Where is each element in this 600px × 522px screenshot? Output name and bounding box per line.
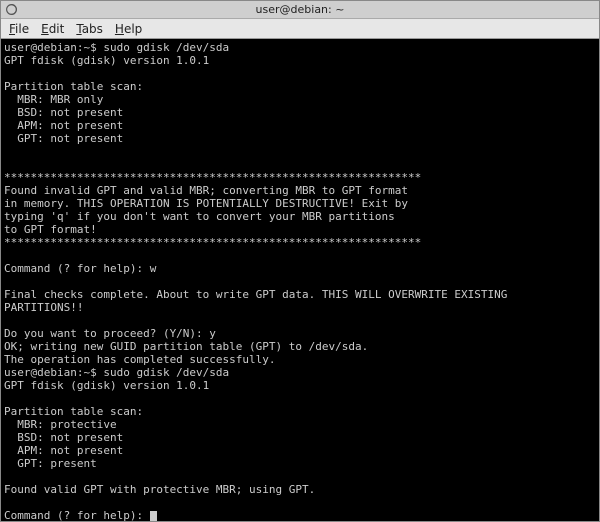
terminal-line: Final checks complete. About to write GP…	[4, 288, 507, 301]
terminal-line: user@debian:~$ sudo gdisk /dev/sda	[4, 366, 229, 379]
terminal-prompt: Command (? for help):	[4, 509, 150, 521]
terminal-line: APM: not present	[4, 119, 123, 132]
terminal-line: GPT: present	[4, 457, 97, 470]
terminal-line: PARTITIONS!!	[4, 301, 83, 314]
terminal-line: ****************************************…	[4, 236, 421, 249]
terminal-line: MBR: MBR only	[4, 93, 103, 106]
terminal-line: OK; writing new GUID partition table (GP…	[4, 340, 368, 353]
menubar: File Edit Tabs Help	[1, 19, 599, 39]
terminal-line: user@debian:~$ sudo gdisk /dev/sda	[4, 41, 229, 54]
terminal-line: Do you want to proceed? (Y/N): y	[4, 327, 216, 340]
menu-tabs[interactable]: Tabs	[70, 20, 109, 38]
terminal-line: to GPT format!	[4, 223, 97, 236]
terminal-viewport[interactable]: user@debian:~$ sudo gdisk /dev/sda GPT f…	[1, 39, 599, 521]
terminal-line: BSD: not present	[4, 431, 123, 444]
terminal-window: user@debian: ~ File Edit Tabs Help user@…	[0, 0, 600, 522]
terminal-line: GPT fdisk (gdisk) version 1.0.1	[4, 379, 209, 392]
terminal-line: Partition table scan:	[4, 405, 143, 418]
terminal-cursor	[150, 511, 157, 521]
terminal-line: in memory. THIS OPERATION IS POTENTIALLY…	[4, 197, 408, 210]
menu-edit[interactable]: Edit	[35, 20, 70, 38]
window-titlebar: user@debian: ~	[1, 1, 599, 19]
terminal-line: BSD: not present	[4, 106, 123, 119]
terminal-line: GPT fdisk (gdisk) version 1.0.1	[4, 54, 209, 67]
terminal-line: typing 'q' if you don't want to convert …	[4, 210, 395, 223]
terminal-line: GPT: not present	[4, 132, 123, 145]
terminal-line: APM: not present	[4, 444, 123, 457]
terminal-line: Command (? for help): w	[4, 262, 156, 275]
menu-help[interactable]: Help	[109, 20, 148, 38]
terminal-line: Found invalid GPT and valid MBR; convert…	[4, 184, 408, 197]
menu-file[interactable]: File	[3, 20, 35, 38]
window-title: user@debian: ~	[256, 3, 345, 16]
terminal-line: MBR: protective	[4, 418, 117, 431]
terminal-line: Found valid GPT with protective MBR; usi…	[4, 483, 315, 496]
terminal-icon	[5, 3, 18, 16]
terminal-line: The operation has completed successfully…	[4, 353, 276, 366]
terminal-line: ****************************************…	[4, 171, 421, 184]
terminal-line: Partition table scan:	[4, 80, 143, 93]
